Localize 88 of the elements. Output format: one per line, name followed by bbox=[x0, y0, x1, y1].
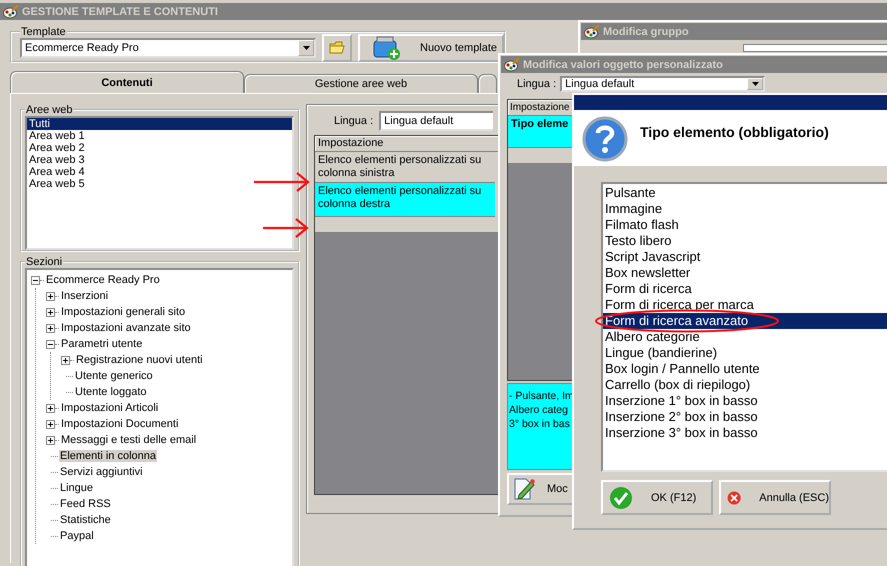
list-item[interactable]: Area web 2 bbox=[27, 142, 292, 154]
tree-item[interactable]: Elementi in colonna bbox=[59, 450, 158, 462]
arrow-drawing bbox=[262, 218, 310, 238]
tree-item[interactable]: Parametri utente bbox=[60, 338, 144, 350]
expand-toggle[interactable] bbox=[46, 436, 55, 444]
tree-item[interactable]: Feed RSS bbox=[59, 498, 112, 510]
expand-toggle[interactable] bbox=[31, 276, 40, 284]
new-template-button[interactable]: Nuovo template bbox=[358, 34, 504, 62]
tree-item[interactable]: Registrazione nuovi utenti bbox=[75, 354, 204, 366]
list-item[interactable]: Box login / Pannello utente bbox=[603, 361, 887, 377]
table-cell[interactable]: Elenco elementi personalizzati su colonna destra bbox=[315, 183, 495, 217]
expand-toggle[interactable] bbox=[46, 404, 55, 412]
list-item[interactable]: Testo libero bbox=[603, 233, 887, 249]
palette-icon bbox=[584, 24, 600, 38]
description-text: 3° box in bas bbox=[509, 417, 571, 431]
tree-item[interactable]: Messaggi e testi delle email bbox=[60, 434, 198, 446]
document-pencil-icon bbox=[513, 477, 535, 501]
dropdown[interactable]: Lingua default bbox=[379, 111, 494, 131]
expand-toggle[interactable] bbox=[46, 324, 55, 332]
dropdown[interactable]: Lingua default bbox=[560, 76, 766, 92]
list-item[interactable]: Form di ricerca avanzato bbox=[603, 313, 887, 329]
toolbox-plus-icon bbox=[372, 36, 402, 60]
tree-item[interactable]: Impostazioni Documenti bbox=[60, 418, 180, 430]
tree-item[interactable]: Ecommerce Ready Pro bbox=[45, 274, 161, 286]
field-label: Lingua : bbox=[517, 78, 556, 90]
list-item[interactable]: Tutti bbox=[27, 118, 292, 130]
list-box[interactable]: Tutti Area web 1 Area web 2 Area web 3 Area web 4 Area web 5 bbox=[25, 116, 294, 250]
palette-icon bbox=[504, 58, 520, 72]
expand-toggle[interactable] bbox=[46, 292, 55, 300]
tree-item[interactable]: Paypal bbox=[59, 530, 95, 542]
list-item[interactable]: Area web 4 bbox=[27, 166, 292, 178]
tree-item[interactable]: Statistiche bbox=[59, 514, 112, 526]
cancel-button[interactable]: Annulla (ESC) bbox=[719, 480, 831, 515]
caret-icon bbox=[752, 82, 759, 86]
list-item[interactable]: Pulsante bbox=[603, 185, 887, 201]
ok-button[interactable]: OK (F12) bbox=[601, 480, 713, 515]
field-label: Lingua : bbox=[334, 115, 374, 127]
list-item[interactable]: Area web 1 bbox=[27, 130, 292, 142]
list-item[interactable]: Box newsletter bbox=[603, 265, 887, 281]
list-item[interactable]: Area web 5 bbox=[27, 178, 292, 190]
group-label: Template bbox=[20, 26, 67, 38]
list-item[interactable]: Form di ricerca bbox=[603, 281, 887, 297]
tree-item[interactable]: Impostazioni generali sito bbox=[60, 306, 186, 318]
folder-button[interactable] bbox=[322, 34, 352, 62]
list-item[interactable]: Lingue (bandierine) bbox=[603, 345, 887, 361]
group-label: Aree web bbox=[25, 104, 74, 116]
palette-icon bbox=[3, 4, 19, 18]
tree-item[interactable]: Impostazioni avanzate sito bbox=[60, 322, 192, 334]
expand-toggle[interactable] bbox=[46, 308, 55, 316]
list-item[interactable]: Inserzione 3° box in basso bbox=[603, 425, 887, 441]
expand-toggle[interactable] bbox=[61, 356, 70, 364]
list-item[interactable]: Immagine bbox=[603, 201, 887, 217]
edit-button[interactable]: Moc bbox=[507, 473, 573, 505]
input-field[interactable] bbox=[743, 44, 887, 52]
list-item[interactable]: Filmato flash bbox=[603, 217, 887, 233]
list-box[interactable] bbox=[601, 182, 887, 472]
window-title: GESTIONE TEMPLATE E CONTENUTI bbox=[22, 6, 218, 18]
window-title: Modifica valori oggetto personalizzato bbox=[523, 58, 723, 70]
caret-icon bbox=[302, 46, 310, 50]
window-title: Modifica gruppo bbox=[603, 26, 689, 38]
dialog-title: Tipo elemento (obbligatorio) bbox=[640, 124, 829, 140]
arrow-drawing bbox=[253, 172, 311, 192]
tree-item[interactable]: Inserzioni bbox=[60, 290, 110, 302]
list-item[interactable]: Script Javascript bbox=[603, 249, 887, 265]
description-text: Albero categ bbox=[509, 403, 569, 417]
check-icon bbox=[609, 486, 633, 510]
folder-icon bbox=[329, 41, 345, 55]
list-item[interactable]: Area web 3 bbox=[27, 154, 292, 166]
tab[interactable]: Gestione aree web bbox=[244, 74, 478, 93]
tree-item[interactable]: Utente generico bbox=[74, 370, 154, 382]
tree-item[interactable]: Servizi aggiuntivi bbox=[59, 466, 144, 478]
expand-toggle[interactable] bbox=[46, 420, 55, 428]
table-cell[interactable]: Tipo eleme bbox=[508, 116, 574, 148]
list-item[interactable]: Inserzione 1° box in basso bbox=[603, 393, 887, 409]
dropdown[interactable]: Ecommerce Ready Pro bbox=[20, 38, 316, 58]
tab[interactable]: Contenuti bbox=[10, 71, 244, 93]
question-icon bbox=[582, 116, 628, 162]
tree-item[interactable]: Impostazioni Articoli bbox=[60, 402, 160, 414]
expand-toggle[interactable] bbox=[46, 340, 55, 348]
tree-item[interactable]: Utente loggato bbox=[74, 386, 148, 398]
tree-item[interactable]: Lingue bbox=[59, 482, 94, 494]
list-item[interactable]: Carrello (box di riepilogo) bbox=[603, 377, 887, 393]
column-header: Impostazione bbox=[315, 136, 500, 152]
list-item[interactable]: Inserzione 2° box in basso bbox=[603, 409, 887, 425]
group-label: Sezioni bbox=[25, 256, 64, 268]
list-item[interactable]: Albero categorie bbox=[603, 329, 887, 345]
tab[interactable] bbox=[478, 74, 497, 93]
list-item[interactable]: Form di ricerca per marca bbox=[603, 297, 887, 313]
